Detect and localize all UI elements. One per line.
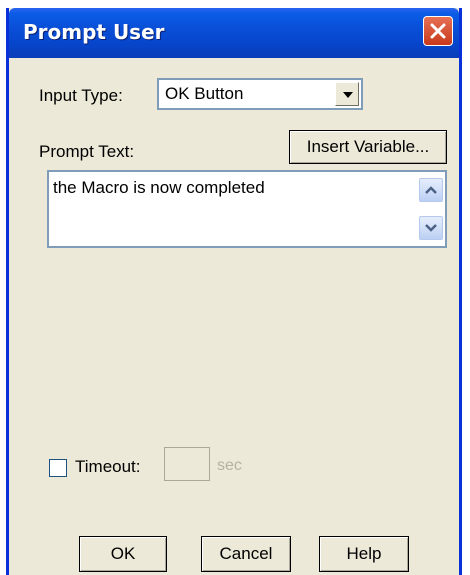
title-bar: Prompt User	[9, 8, 459, 58]
prompt-text-value: the Macro is now completed	[53, 178, 265, 197]
input-type-select[interactable]: OK Button	[157, 78, 363, 110]
insert-variable-button[interactable]: Insert Variable...	[289, 130, 447, 164]
prompt-text-input[interactable]: the Macro is now completed	[47, 170, 447, 248]
timeout-unit-label: sec	[217, 457, 242, 474]
timeout-checkbox[interactable]	[49, 459, 67, 477]
timeout-label: Timeout:	[75, 457, 141, 476]
chevron-up-icon	[425, 186, 437, 194]
close-icon	[430, 23, 446, 39]
input-type-value: OK Button	[165, 84, 244, 103]
ok-button[interactable]: OK	[79, 536, 167, 572]
chevron-down-icon	[343, 92, 353, 98]
window-title: Prompt User	[23, 20, 165, 44]
timeout-input[interactable]	[164, 447, 210, 481]
scroll-up-button[interactable]	[419, 178, 443, 202]
prompt-user-dialog: Prompt User Input Type: OK Button Prompt…	[6, 8, 462, 575]
input-type-label: Input Type:	[39, 86, 123, 105]
close-button[interactable]	[423, 16, 453, 46]
chevron-down-icon	[425, 224, 437, 232]
prompt-text-label: Prompt Text:	[39, 142, 135, 161]
dropdown-button[interactable]	[335, 82, 359, 106]
cancel-button[interactable]: Cancel	[201, 536, 291, 572]
help-button[interactable]: Help	[319, 536, 409, 572]
scroll-down-button[interactable]	[419, 216, 443, 240]
